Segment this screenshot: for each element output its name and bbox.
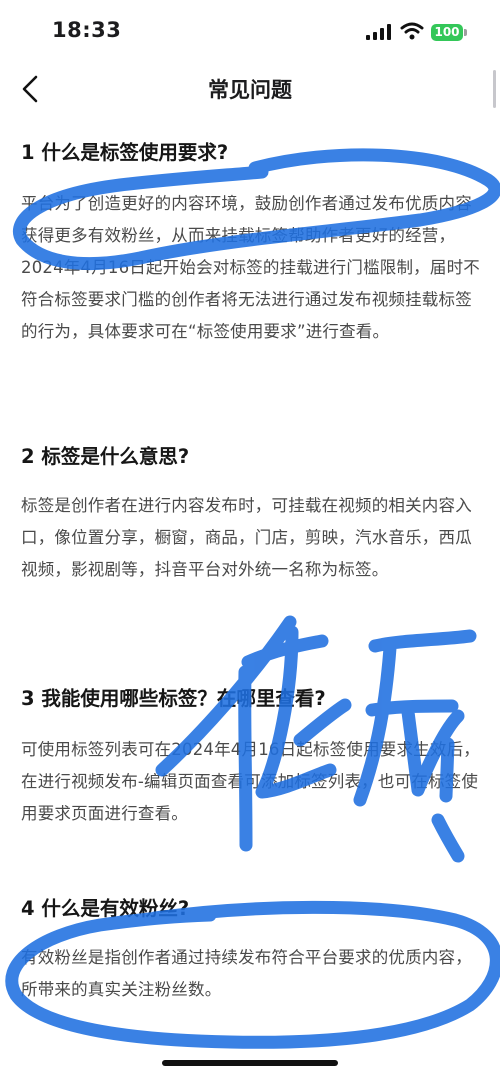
faq-question-2: 2 标签是什么意思? (21, 445, 190, 468)
faq-answer-1: 平台为了创造更好的内容环境，鼓励创作者通过发布优质内容获得更多有效粉丝，从而来挂… (21, 194, 480, 341)
signal-icon (366, 24, 391, 40)
scroll-indicator (493, 70, 496, 108)
battery-tip (464, 29, 467, 36)
faq-question-4: 4 什么是有效粉丝? (21, 897, 190, 920)
faq-question-1: 1 什么是标签使用要求? (21, 141, 229, 164)
faq-answer-3: 可使用标签列表可在2024年4月16日起标签使用要求生效后，在进行视频发布-编辑… (21, 740, 480, 823)
faq-answer-4: 有效粉丝是指创作者通过持续发布符合平台要求的优质内容，所带来的真实关注粉丝数。 (21, 948, 472, 999)
faq-answer-2: 标签是创作者在进行内容发布时，可挂载在视频的相关内容入口，像位置分享，橱窗，商品… (21, 496, 472, 579)
battery-indicator: 100 (431, 24, 463, 41)
home-indicator (162, 1060, 338, 1066)
status-bar: 18:33 100 (0, 0, 500, 64)
page-title: 常见问题 (208, 78, 292, 102)
wifi-icon (400, 22, 424, 40)
faq-question-3: 3 我能使用哪些标签？在哪里查看? (21, 687, 326, 710)
nav-bar: 常见问题 (0, 64, 500, 114)
status-time: 18:33 (52, 18, 122, 42)
